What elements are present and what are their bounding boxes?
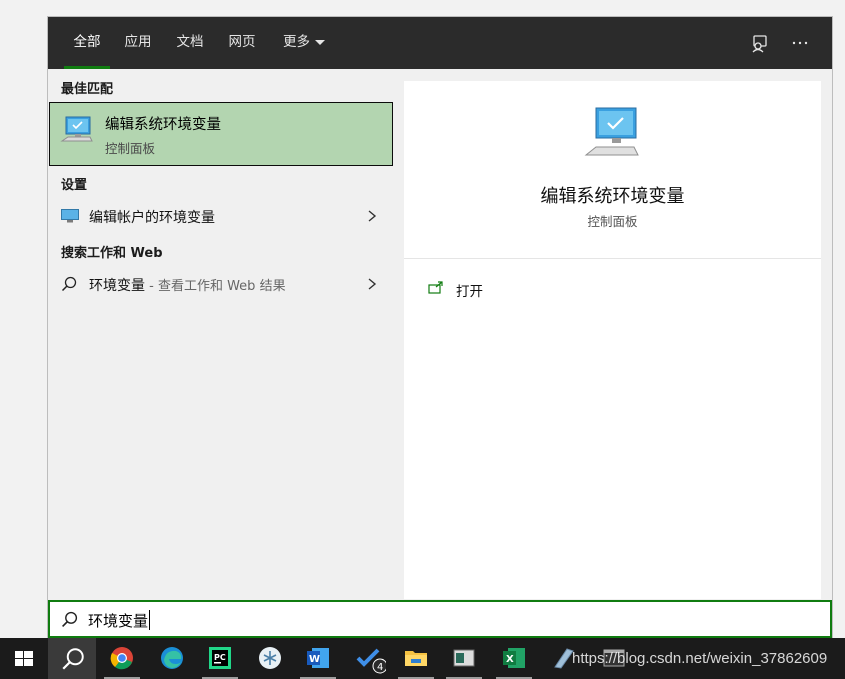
best-match-item[interactable]: 编辑系统环境变量 控制面板 — [49, 102, 393, 166]
web-search-heading: 搜索工作和 Web — [61, 246, 163, 261]
open-icon — [428, 281, 443, 294]
chevron-right-icon[interactable] — [365, 277, 379, 291]
windows-start-icon[interactable] — [0, 638, 48, 679]
best-match-title: 编辑系统环境变量 — [105, 117, 221, 133]
feedback-icon[interactable] — [748, 31, 772, 55]
search-input[interactable]: 环境变量 — [48, 600, 832, 638]
settings-heading: 设置 — [61, 178, 88, 193]
window-app-icon[interactable] — [440, 638, 488, 679]
taskbar-search-button[interactable] — [48, 638, 96, 679]
open-action[interactable]: 打开 — [426, 277, 626, 303]
search-icon — [62, 611, 78, 627]
todo-icon[interactable]: 4 — [344, 638, 392, 679]
more-options-icon[interactable] — [788, 31, 812, 55]
web-result-label: 环境变量 - 查看工作和 Web 结果 — [89, 275, 286, 295]
file-explorer-icon[interactable] — [392, 638, 440, 679]
excel-icon[interactable]: X — [490, 638, 538, 679]
tab-apps[interactable]: 应用 — [120, 17, 156, 69]
best-match-heading: 最佳匹配 — [61, 82, 114, 97]
computer-monitor-icon — [60, 116, 93, 142]
text-cursor — [149, 610, 150, 630]
chrome-icon[interactable] — [98, 638, 146, 679]
computer-monitor-icon — [584, 107, 639, 156]
search-icon — [61, 276, 77, 292]
tab-more[interactable]: 更多 — [276, 17, 332, 69]
svg-text:W: W — [309, 654, 320, 665]
best-match-subtitle: 控制面板 — [105, 141, 156, 156]
tab-documents[interactable]: 文档 — [172, 17, 208, 69]
search-icon — [62, 648, 84, 670]
bug-app-icon[interactable] — [246, 638, 294, 679]
monitor-settings-icon — [61, 209, 79, 223]
chevron-down-icon — [315, 39, 325, 45]
open-action-label: 打开 — [456, 284, 483, 300]
todo-badge: 4 — [377, 662, 383, 673]
web-result-query: 环境变量 — [89, 278, 145, 294]
svg-text:PC: PC — [214, 653, 226, 662]
preview-title: 编辑系统环境变量 — [540, 186, 685, 207]
result-preview-pane: 编辑系统环境变量 控制面板 打开 — [404, 81, 821, 599]
web-result-hint: - 查看工作和 Web 结果 — [145, 279, 286, 294]
search-scope-bar: 全部 应用 文档 网页 更多 — [48, 17, 832, 69]
settings-result-label: 编辑帐户的环境变量 — [89, 210, 215, 226]
pycharm-icon[interactable]: PC — [196, 638, 244, 679]
preview-subtitle: 控制面板 — [587, 214, 638, 229]
settings-result-item[interactable]: 编辑帐户的环境变量 — [49, 200, 393, 232]
results-list: 最佳匹配 编辑系统环境变量 控制面板 设置 编辑帐户的环境变量 搜索工作和 We… — [48, 69, 404, 599]
tab-all[interactable]: 全部 — [64, 17, 110, 69]
word-icon[interactable]: W — [294, 638, 342, 679]
start-search-panel: 全部 应用 文档 网页 更多 最佳匹配 编辑系统环境变量 控制面板 设置 编辑帐… — [47, 16, 833, 638]
web-result-item[interactable]: 环境变量 - 查看工作和 Web 结果 — [49, 268, 393, 300]
watermark: https://blog.csdn.net/weixin_37862609 — [572, 650, 828, 667]
edge-icon[interactable] — [148, 638, 196, 679]
svg-text:X: X — [506, 654, 514, 665]
tab-web[interactable]: 网页 — [224, 17, 260, 69]
chevron-right-icon[interactable] — [365, 209, 379, 223]
search-query-text: 环境变量 — [88, 612, 149, 630]
divider — [404, 258, 821, 259]
